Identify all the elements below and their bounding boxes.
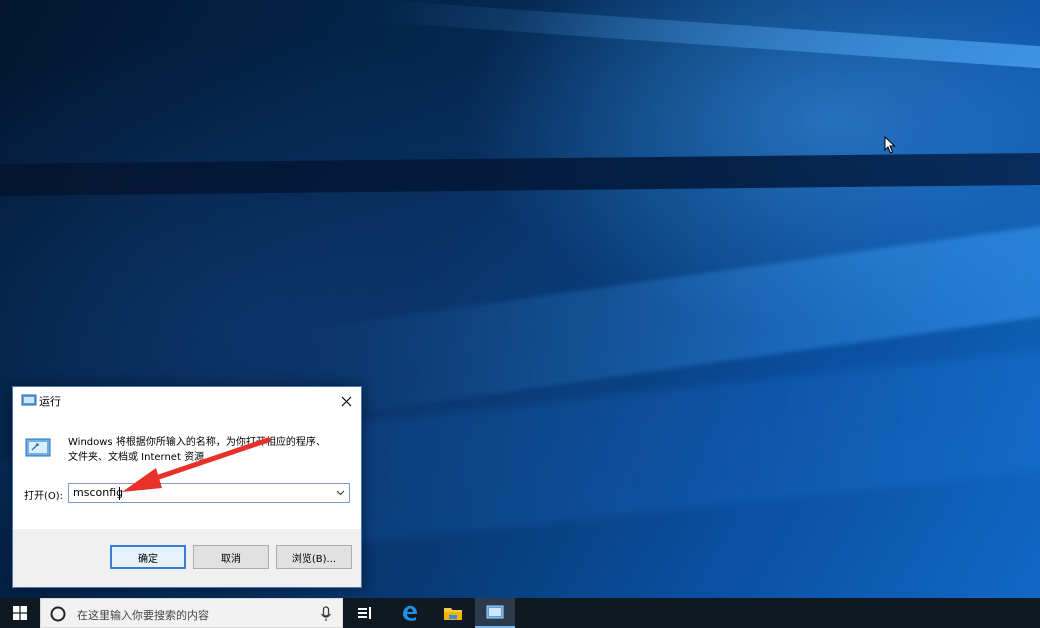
task-view-icon [358,607,371,619]
description-line: Windows 将根据你所输入的名称，为你打开相应的程序、 [68,437,326,448]
text-caret [119,487,120,500]
close-icon [341,396,351,406]
ok-button[interactable]: 确定 [110,545,186,569]
edge-taskbar-button[interactable] [390,598,430,628]
mouse-cursor-icon [884,136,896,154]
wallpaper-light-beam [300,218,1040,420]
run-taskbar-button[interactable] [475,598,515,628]
open-combobox[interactable]: msconfig [68,483,350,503]
cancel-button[interactable]: 取消 [193,545,269,569]
open-label: 打开(O): [24,491,64,502]
close-button[interactable] [331,387,361,415]
run-dialog: 运行 Windows 将根据你所输入的名称，为你打开相应的程序、 文件夹、文档或… [12,386,362,588]
wallpaper-dark-band [0,151,1040,197]
edge-icon [403,605,417,621]
folder-icon [444,608,462,620]
dropdown-button[interactable] [333,486,347,500]
wallpaper-light-beam [378,0,1040,75]
dialog-title: 运行 [39,395,61,408]
run-icon [21,394,37,406]
description-line: 文件夹、文档或 Internet 资源 [68,452,205,463]
search-placeholder: 在这里输入你要搜索的内容 [77,609,209,622]
dialog-description: Windows 将根据你所输入的名称，为你打开相应的程序、 文件夹、文档或 In… [68,435,353,465]
windows-logo-icon [13,606,27,620]
run-icon [486,605,504,619]
taskbar: 在这里输入你要搜索的内容 [0,598,1040,628]
taskbar-search-box[interactable]: 在这里输入你要搜索的内容 [40,598,343,628]
dialog-titlebar[interactable]: 运行 [13,387,361,415]
browse-button[interactable]: 浏览(B)... [276,545,352,569]
chevron-down-icon [336,490,344,496]
microphone-icon[interactable] [320,606,332,622]
file-explorer-taskbar-button[interactable] [433,598,473,628]
cortana-icon [50,606,66,622]
run-program-icon [25,438,51,457]
start-button[interactable] [0,598,40,628]
task-view-button[interactable] [345,598,385,628]
dialog-body: Windows 将根据你所输入的名称，为你打开相应的程序、 文件夹、文档或 In… [13,415,361,529]
dialog-footer: 确定 取消 浏览(B)... [13,529,361,587]
open-input[interactable]: msconfig [73,486,123,499]
